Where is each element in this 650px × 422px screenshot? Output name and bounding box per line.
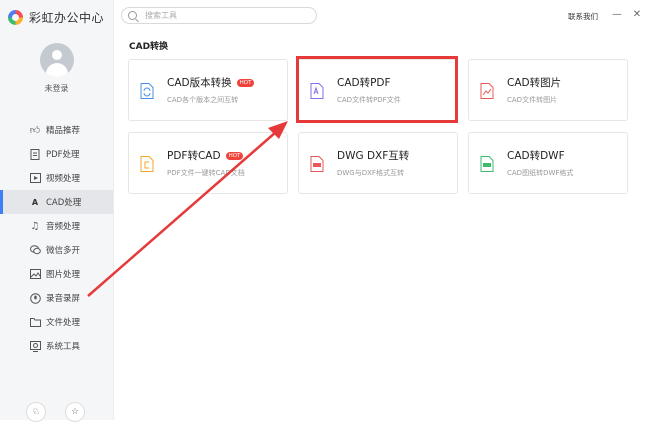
- annotation-arrow: [87, 121, 288, 297]
